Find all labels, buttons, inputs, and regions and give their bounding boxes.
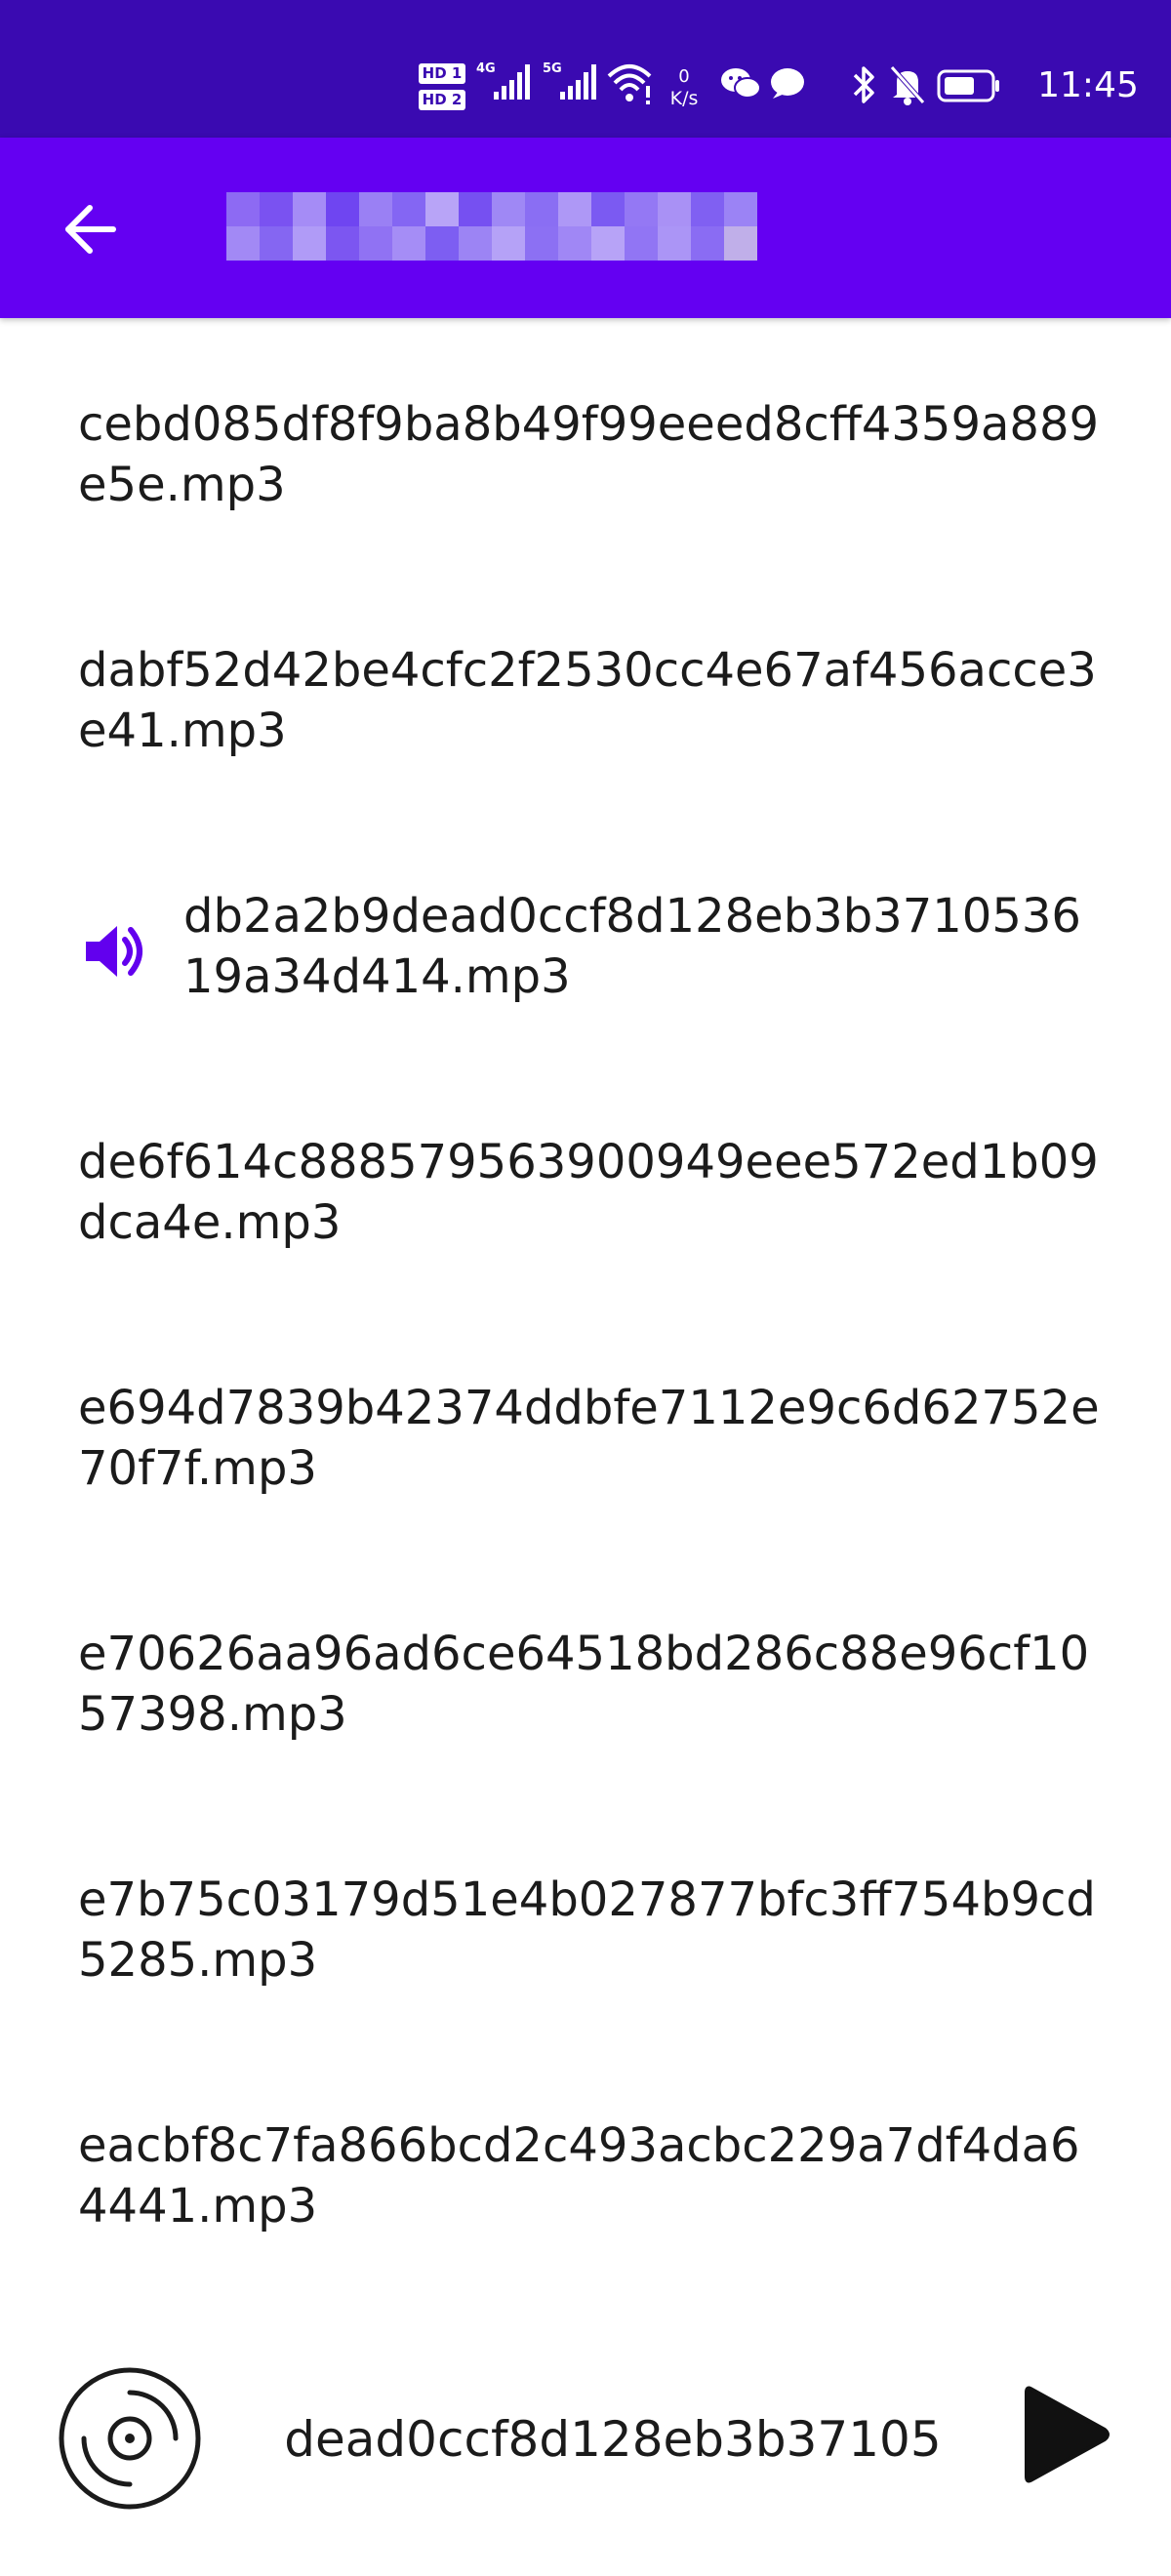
hd2-label: HD 2 [418,90,466,110]
list-item[interactable]: e70626aa96ad6ce64518bd286c88e96cf1057398… [0,1551,1171,1797]
list-item[interactable]: de6f614c888579563900949eee572ed1b09dca4e… [0,1060,1171,1306]
speaker-icon [86,926,142,977]
list-item[interactable]: e694d7839b42374ddbfe7112e9c6d62752e70f7f… [0,1306,1171,1551]
file-name: eacbf8c7fa866bcd2c493acbc229a7df4da64441… [78,2118,1080,2234]
list-item[interactable]: dabf52d42be4cfc2f2530cc4e67af456acce3e41… [0,568,1171,814]
file-name: e694d7839b42374ddbfe7112e9c6d62752e70f7f… [78,1381,1100,1496]
back-button[interactable] [49,188,131,270]
hd-indicator: HD 1 HD 2 [414,55,470,119]
disc-icon[interactable] [57,2365,203,2512]
list-item[interactable]: cebd085df8f9ba8b49f99eeed8cff4359a889e5e… [0,322,1171,568]
list-item[interactable]: e7b75c03179d51e4b027877bfc3ff754b9cd5285… [0,1797,1171,2043]
list-item[interactable]: eacbf8c7fa866bcd2c493acbc229a7df4da64441… [0,2043,1171,2289]
now-playing-marquee: db2a2b9dead0ccf8d128eb3b371053619a34d414… [283,2391,939,2488]
file-name: dabf52d42be4cfc2f2530cc4e67af456acce3e41… [78,643,1097,758]
bell-muted-icon [886,62,929,107]
net1-label: 4G [476,61,496,76]
arrow-left-icon [65,205,116,254]
net-speed-unit: K/s [669,87,699,109]
net-speed-value: 0 [678,65,690,87]
page-title-redacted [226,192,757,261]
signal-icon: 5G [543,59,601,107]
wifi-icon [605,59,654,107]
app-bar [0,138,1171,318]
player-bar: db2a2b9dead0ccf8d128eb3b371053619a34d414… [0,2332,1171,2576]
battery-icon [935,66,1003,105]
list-item-playing[interactable]: db2a2b9dead0ccf8d128eb3b371053619a34d414… [0,814,1171,1060]
status-bar: HD 1 HD 2 4G 5G 0 K/s 11:45 [0,0,1171,138]
file-name: db2a2b9dead0ccf8d128eb3b371053619a34d414… [183,889,1081,1004]
hd1-label: HD 1 [418,63,466,84]
file-name: de6f614c888579563900949eee572ed1b09dca4e… [78,1135,1099,1250]
file-name: cebd085df8f9ba8b49f99eeed8cff4359a889e5e… [78,397,1100,512]
bluetooth-icon [847,62,880,107]
net-speed: 0 K/s [660,60,708,115]
chat-icon [765,64,808,103]
signal-icon: 4G [476,59,535,107]
file-name: e70626aa96ad6ce64518bd286c88e96cf1057398… [78,1627,1090,1742]
wechat-icon [718,64,763,103]
net2-label: 5G [543,61,562,76]
clock: 11:45 [1037,64,1139,105]
now-playing-title: db2a2b9dead0ccf8d128eb3b371053619a34d414 [283,2411,939,2468]
file-name: e7b75c03179d51e4b027877bfc3ff754b9cd5285… [78,1872,1096,1988]
play-button[interactable] [1021,2381,1112,2488]
file-list: cebd085df8f9ba8b49f99eeed8cff4359a889e5e… [0,322,1171,2289]
